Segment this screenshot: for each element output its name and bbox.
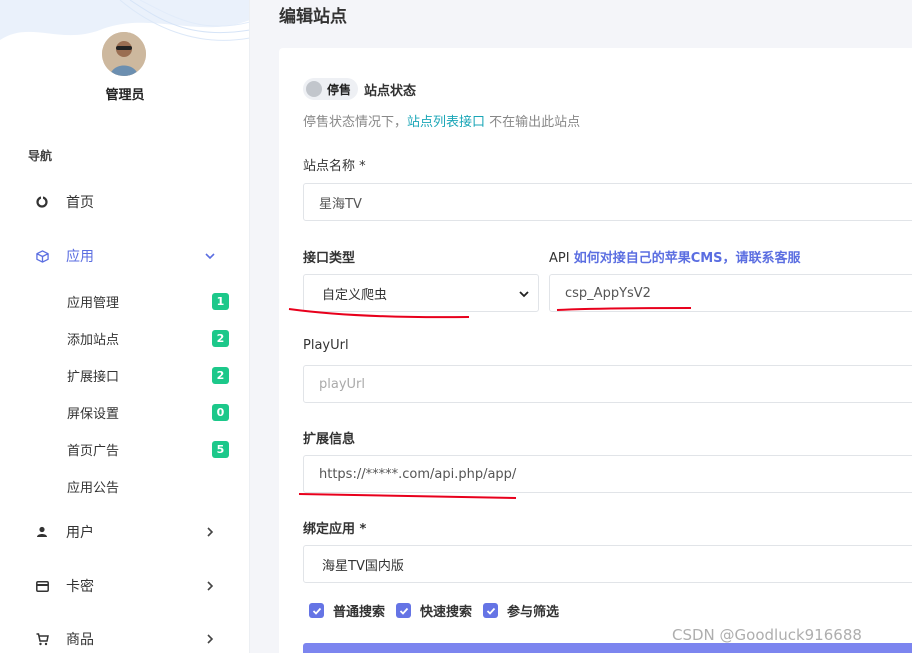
sub-item-screensaver[interactable]: 屏保设置 0 <box>67 400 232 424</box>
check-icon <box>399 607 408 615</box>
bind-app-label: 绑定应用 * <box>303 522 367 537</box>
sub-item-label: 首页广告 <box>67 443 120 459</box>
check-icon <box>312 607 321 615</box>
sub-item-label: 应用公告 <box>67 480 120 496</box>
ext-info-label: 扩展信息 <box>303 432 356 447</box>
search-options: 普通搜索 快速搜索 参与筛选 <box>309 601 570 620</box>
count-badge: 2 <box>212 366 229 384</box>
playurl-label: PlayUrl <box>303 338 349 353</box>
site-name-input[interactable]: 星海TV <box>303 183 912 221</box>
count-badge: 0 <box>212 403 229 421</box>
sidebar: 管理员 导航 首页 应用 应用管理 1 添加站点 2 扩展接口 2 屏保设置 0… <box>0 0 250 653</box>
nav-item-label: 卡密 <box>66 579 94 595</box>
chevron-right-icon <box>207 634 214 644</box>
normal-search-checkbox[interactable] <box>309 603 324 618</box>
nav-item-label: 用户 <box>66 525 94 541</box>
nav-item-label: 应用 <box>66 249 94 265</box>
site-name-label: 站点名称 * <box>303 159 366 174</box>
bind-app-value: 海星TV国内版 <box>322 558 404 574</box>
hint-text: 不在输出此站点 <box>485 115 581 130</box>
sub-item-ext-api[interactable]: 扩展接口 2 <box>67 363 232 387</box>
toggle-knob <box>306 81 322 97</box>
count-badge: 2 <box>212 329 229 347</box>
api-label: API 如何对接自己的苹果CMS，请联系客服 <box>549 247 801 266</box>
cart-icon <box>34 631 50 647</box>
nav-title: 导航 <box>28 149 53 163</box>
annotation-underline <box>556 307 692 311</box>
sub-item-label: 应用管理 <box>67 295 120 311</box>
quick-search-checkbox[interactable] <box>396 603 412 618</box>
nav-item-label: 商品 <box>66 632 94 648</box>
submit-button[interactable] <box>303 643 912 653</box>
sub-item-label: 屏保设置 <box>67 406 120 422</box>
status-hint: 停售状态情况下，站点列表接口 不在输出此站点 <box>303 111 580 130</box>
annotation-underline <box>298 493 517 499</box>
nav-item-app[interactable]: 应用 <box>0 236 249 276</box>
sub-item-app-notice[interactable]: 应用公告 <box>67 474 232 498</box>
dashboard-icon <box>34 194 50 210</box>
card-icon <box>34 578 50 594</box>
chevron-down-icon <box>519 291 529 298</box>
chevron-right-icon <box>207 581 214 591</box>
cube-icon <box>34 248 50 264</box>
page-title: 编辑站点 <box>279 7 347 27</box>
hint-text: 停售状态情况下， <box>303 115 408 130</box>
playurl-input[interactable]: playUrl <box>303 365 912 403</box>
count-badge: 5 <box>212 440 229 458</box>
site-list-api-link[interactable]: 站点列表接口 <box>407 115 485 130</box>
nav-item-home[interactable]: 首页 <box>0 182 249 222</box>
api-type-label: 接口类型 <box>303 251 356 266</box>
nav-item-goods[interactable]: 商品 <box>0 619 249 653</box>
sub-item-add-site[interactable]: 添加站点 2 <box>67 326 232 350</box>
api-help-link[interactable]: 如何对接自己的苹果CMS，请联系客服 <box>574 251 801 266</box>
checkbox-label: 快速搜索 <box>420 605 473 620</box>
chevron-down-icon <box>205 253 215 260</box>
checkbox-label: 普通搜索 <box>333 605 386 620</box>
chevron-right-icon <box>207 527 214 537</box>
api-label-text: API <box>549 251 574 266</box>
status-toggle[interactable]: 停售 <box>303 78 358 100</box>
avatar[interactable] <box>102 32 146 76</box>
status-row: 停售 站点状态 <box>303 78 416 100</box>
admin-name: 管理员 <box>105 88 145 103</box>
sub-item-label: 添加站点 <box>67 332 120 348</box>
bind-app-select[interactable]: 海星TV国内版 <box>303 545 912 583</box>
sub-item-home-ads[interactable]: 首页广告 5 <box>67 437 232 461</box>
watermark: CSDN @Goodluck916688 <box>672 626 862 644</box>
checkbox-label: 参与筛选 <box>507 605 560 620</box>
nav-item-users[interactable]: 用户 <box>0 512 249 552</box>
annotation-underline <box>288 308 470 319</box>
check-icon <box>486 607 495 615</box>
user-icon <box>34 524 50 540</box>
nav-item-cards[interactable]: 卡密 <box>0 566 249 606</box>
count-badge: 1 <box>212 292 229 310</box>
toggle-text: 停售 <box>327 82 352 97</box>
sub-item-app-manage[interactable]: 应用管理 1 <box>67 289 232 313</box>
sub-item-label: 扩展接口 <box>67 369 120 385</box>
filter-checkbox[interactable] <box>483 603 499 618</box>
status-label: 站点状态 <box>364 83 417 99</box>
nav-item-label: 首页 <box>66 195 94 211</box>
